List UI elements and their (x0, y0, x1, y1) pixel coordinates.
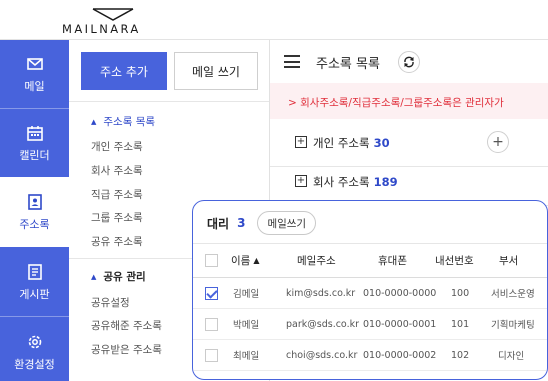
cell-ext: 101 (451, 318, 470, 330)
collapse-triangle-icon: ▲ (91, 117, 97, 126)
nav-label-settings: 환경설정 (14, 357, 55, 371)
col-name-label: 이름 (231, 255, 251, 267)
cell-name: 최메일 (233, 351, 260, 362)
menu-icon[interactable] (284, 55, 300, 68)
row-select-cell (205, 340, 218, 370)
col-email-header: 메일주소 (297, 255, 336, 267)
section-title-label: 공유 관리 (103, 271, 146, 283)
sidebar-item-personal[interactable]: 개인 주소록 (91, 139, 143, 154)
cell-dept: 서비스운영 (491, 289, 535, 300)
row-select-cell (205, 278, 218, 308)
mail-icon (26, 57, 43, 70)
sidebar-divider (69, 101, 269, 102)
refresh-button[interactable] (398, 51, 420, 73)
col-ext-header: 내선번호 (435, 255, 474, 267)
nav-label-contacts: 주소록 (19, 217, 50, 231)
cell-dept: 기획마케팅 (491, 320, 535, 331)
select-all-cell (205, 244, 218, 277)
top-bar: MAILNARA (0, 0, 548, 40)
sidebar-item-shared-in[interactable]: 공유받은 주소록 (91, 342, 162, 357)
sidebar-item-group[interactable]: 그룹 주소록 (91, 210, 143, 225)
nav-label-board: 게시판 (19, 287, 50, 301)
collapse-triangle-icon: ▲ (91, 272, 97, 281)
col-name-header[interactable]: 이름 ▲ (231, 244, 259, 277)
cell-email: park@sds.co.kr (286, 318, 360, 330)
notice-text: > 회사주소록/직급주소록/그룹주소록은 관리자가 (288, 97, 504, 109)
row-checkbox[interactable] (205, 286, 218, 300)
popup-count: 3 (237, 216, 246, 230)
address-list-section-title[interactable]: ▲ 주소록 목록 (91, 114, 155, 129)
row-checkbox[interactable] (205, 348, 218, 362)
popup-write-mail-button[interactable]: 메일쓰기 (257, 211, 317, 235)
select-all-checkbox[interactable] (205, 254, 218, 267)
write-mail-button[interactable]: 메일 쓰기 (174, 52, 258, 90)
group-row-company[interactable]: + 회사 주소록 189 (270, 158, 548, 206)
contact-group-popup: 대리 3 메일쓰기 이름 ▲ 메일주소 휴대폰 내선번호 부서 김메일 kim@s… (192, 200, 548, 380)
cell-email: kim@sds.co.kr (286, 287, 356, 299)
group-count: 30 (373, 136, 390, 150)
group-label: 회사 주소록 189 (313, 174, 398, 190)
share-manage-section-title[interactable]: ▲ 공유 관리 (91, 269, 146, 284)
sidebar-item-company[interactable]: 회사 주소록 (91, 163, 143, 178)
table-row[interactable]: 박메일 park@sds.co.kr 010-0000-0001 101 기획마… (193, 309, 547, 340)
popup-title: 대리 (207, 216, 230, 231)
group-label: 개인 주소록 30 (313, 135, 390, 151)
table-row[interactable]: 최메일 choi@sds.co.kr 010-0000-0002 102 디자인 (193, 340, 547, 371)
group-name: 회사 주소록 (313, 175, 370, 189)
sort-asc-icon: ▲ (253, 256, 260, 265)
page-title: 주소록 목록 (316, 57, 380, 72)
nav-item-calendar[interactable]: 캘린더 (0, 109, 69, 177)
group-name: 개인 주소록 (313, 136, 370, 150)
expand-toggle-icon[interactable]: + (295, 175, 307, 187)
notice-banner: > 회사주소록/직급주소록/그룹주소록은 관리자가 (270, 83, 548, 119)
cell-email: choi@sds.co.kr (286, 349, 358, 361)
sidebar-item-shared-out[interactable]: 공유해준 주소록 (91, 318, 162, 333)
sidebar-item-shared[interactable]: 공유 주소록 (91, 234, 143, 249)
cell-name: 김메일 (233, 289, 260, 300)
contacts-icon (27, 193, 42, 210)
logo-text: MAILNARA (62, 22, 141, 36)
cell-dept: 디자인 (498, 351, 525, 362)
table-row[interactable]: 김메일 kim@sds.co.kr 010-0000-0000 100 서비스운… (193, 278, 547, 309)
board-icon (27, 263, 42, 280)
cell-phone: 010-0000-0001 (363, 318, 437, 330)
nav-label-mail: 메일 (24, 79, 45, 93)
cell-phone: 010-0000-0002 (363, 349, 437, 361)
settings-icon (28, 335, 41, 348)
mailnara-logo[interactable]: MAILNARA (62, 8, 162, 36)
left-nav: 메일 캘린더 주소록 게시판 환경설정 (0, 40, 69, 381)
nav-item-board[interactable]: 게시판 (0, 248, 69, 316)
group-count: 189 (373, 175, 398, 189)
row-checkbox[interactable] (205, 317, 218, 331)
sidebar-item-share-settings[interactable]: 공유설정 (91, 295, 130, 310)
nav-item-settings[interactable]: 환경설정 (0, 317, 69, 381)
add-contact-button[interactable]: 주소 추가 (81, 52, 167, 90)
sidebar-item-rank[interactable]: 직급 주소록 (91, 187, 143, 202)
address-book-app: MAILNARA 메일 캘린더 주소록 게시판 환경설정 주소 추가 메일 쓰기… (0, 0, 548, 381)
col-phone-header: 휴대폰 (378, 255, 407, 267)
cell-phone: 010-0000-0000 (363, 287, 437, 299)
cell-ext: 102 (451, 349, 470, 361)
cell-name: 박메일 (233, 320, 260, 331)
row-select-cell (205, 309, 218, 339)
add-group-button[interactable]: + (487, 131, 509, 153)
refresh-icon (404, 56, 414, 68)
section-title-label: 주소록 목록 (103, 116, 156, 128)
nav-item-mail[interactable]: 메일 (0, 40, 69, 108)
col-dept-header: 부서 (499, 255, 519, 267)
cell-ext: 100 (451, 287, 470, 299)
nav-label-calendar: 캘린더 (19, 148, 50, 162)
table-header: 이름 ▲ 메일주소 휴대폰 내선번호 부서 (193, 244, 547, 278)
nav-item-contacts[interactable]: 주소록 (0, 177, 69, 247)
popup-header: 대리 3 메일쓰기 (207, 211, 317, 235)
expand-toggle-icon[interactable]: + (295, 136, 307, 148)
calendar-icon (26, 125, 43, 141)
